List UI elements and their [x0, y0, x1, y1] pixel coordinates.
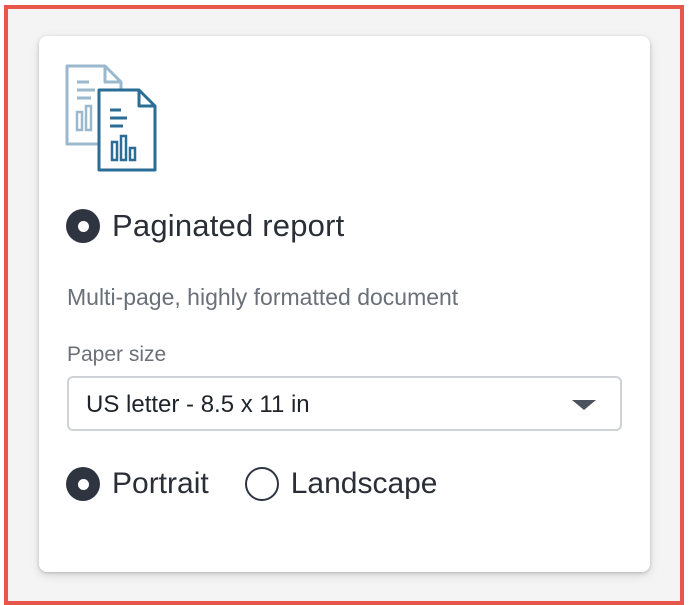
paper-size-select[interactable]: US letter - 8.5 x 11 in: [67, 376, 622, 431]
portrait-option[interactable]: Portrait: [66, 467, 209, 501]
paginated-report-radio[interactable]: [66, 209, 100, 243]
landscape-label: Landscape: [290, 467, 438, 500]
portrait-label: Portrait: [112, 467, 209, 500]
report-type-description: Multi-page, highly formatted document: [67, 284, 459, 310]
chevron-down-icon[interactable]: [572, 400, 596, 410]
landscape-radio[interactable]: [244, 467, 279, 501]
paginated-report-label: Paginated report: [112, 208, 345, 243]
landscape-option[interactable]: Landscape: [244, 467, 438, 501]
portrait-radio[interactable]: [66, 467, 100, 501]
paper-size-label: Paper size: [67, 343, 167, 366]
report-type-card[interactable]: Paginated report Multi-page, highly form…: [39, 36, 650, 572]
paginated-report-option[interactable]: Paginated report: [66, 208, 344, 244]
orientation-radio-group: Portrait Landscape: [66, 466, 438, 502]
paginated-report-document-icon: [65, 64, 157, 172]
paper-size-value: US letter - 8.5 x 11 in: [86, 391, 310, 418]
